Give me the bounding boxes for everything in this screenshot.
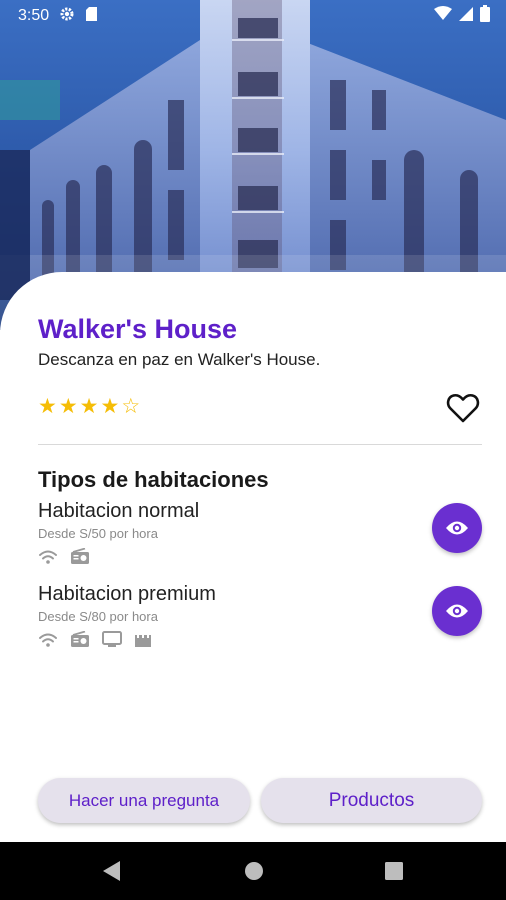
status-time: 3:50 — [18, 7, 50, 24]
star-filled-icon[interactable]: ★ — [100, 396, 119, 418]
radio-icon — [70, 548, 90, 565]
products-button[interactable]: Productos — [261, 778, 482, 823]
radio-icon — [70, 631, 90, 648]
settings-gear-icon — [59, 6, 75, 27]
room-item: Habitacion premium Desde S/80 por hora — [38, 583, 482, 653]
sd-card-icon — [85, 6, 98, 27]
hotel-tagline: Descanza en paz en Walker's House. — [38, 350, 321, 369]
room-amenities — [38, 548, 482, 565]
recents-icon[interactable] — [384, 860, 404, 887]
wifi-icon — [38, 549, 58, 565]
battery-icon — [480, 5, 490, 27]
room-item: Habitacion normal Desde S/50 por hora — [38, 500, 482, 570]
divider — [38, 444, 482, 445]
room-name: Habitacion normal — [38, 500, 200, 522]
room-price: Desde S/50 por hora — [38, 526, 158, 541]
eye-icon — [446, 604, 468, 618]
star-filled-icon[interactable]: ★ — [80, 396, 99, 418]
star-filled-icon[interactable]: ★ — [59, 396, 78, 418]
wifi-icon — [434, 6, 452, 26]
star-empty-icon[interactable]: ☆ — [121, 396, 140, 418]
tv-icon — [102, 631, 122, 648]
eye-icon — [446, 521, 468, 535]
hotel-detail-card: Walker's House Descanza en paz en Walker… — [0, 272, 506, 842]
wifi-icon — [38, 632, 58, 648]
hotel-name: Walker's House — [38, 314, 237, 344]
heart-outline-icon — [446, 393, 480, 423]
cell-signal-icon — [458, 6, 474, 27]
home-icon[interactable] — [244, 860, 264, 887]
star-filled-icon[interactable]: ★ — [38, 396, 57, 418]
back-icon[interactable] — [102, 860, 122, 887]
room-amenities — [38, 631, 482, 648]
navigation-bar — [0, 842, 506, 900]
room-price: Desde S/80 por hora — [38, 609, 158, 624]
view-room-button[interactable] — [432, 586, 482, 636]
room-types-title: Tipos de habitaciones — [38, 467, 269, 492]
movie-clapper-icon — [134, 632, 152, 648]
view-room-button[interactable] — [432, 503, 482, 553]
ask-question-button[interactable]: Hacer una pregunta — [38, 778, 250, 823]
rating-stars[interactable]: ★ ★ ★ ★ ☆ — [38, 396, 140, 418]
room-name: Habitacion premium — [38, 583, 216, 605]
status-bar: 3:50 — [0, 0, 506, 32]
favorite-button[interactable] — [446, 392, 480, 424]
